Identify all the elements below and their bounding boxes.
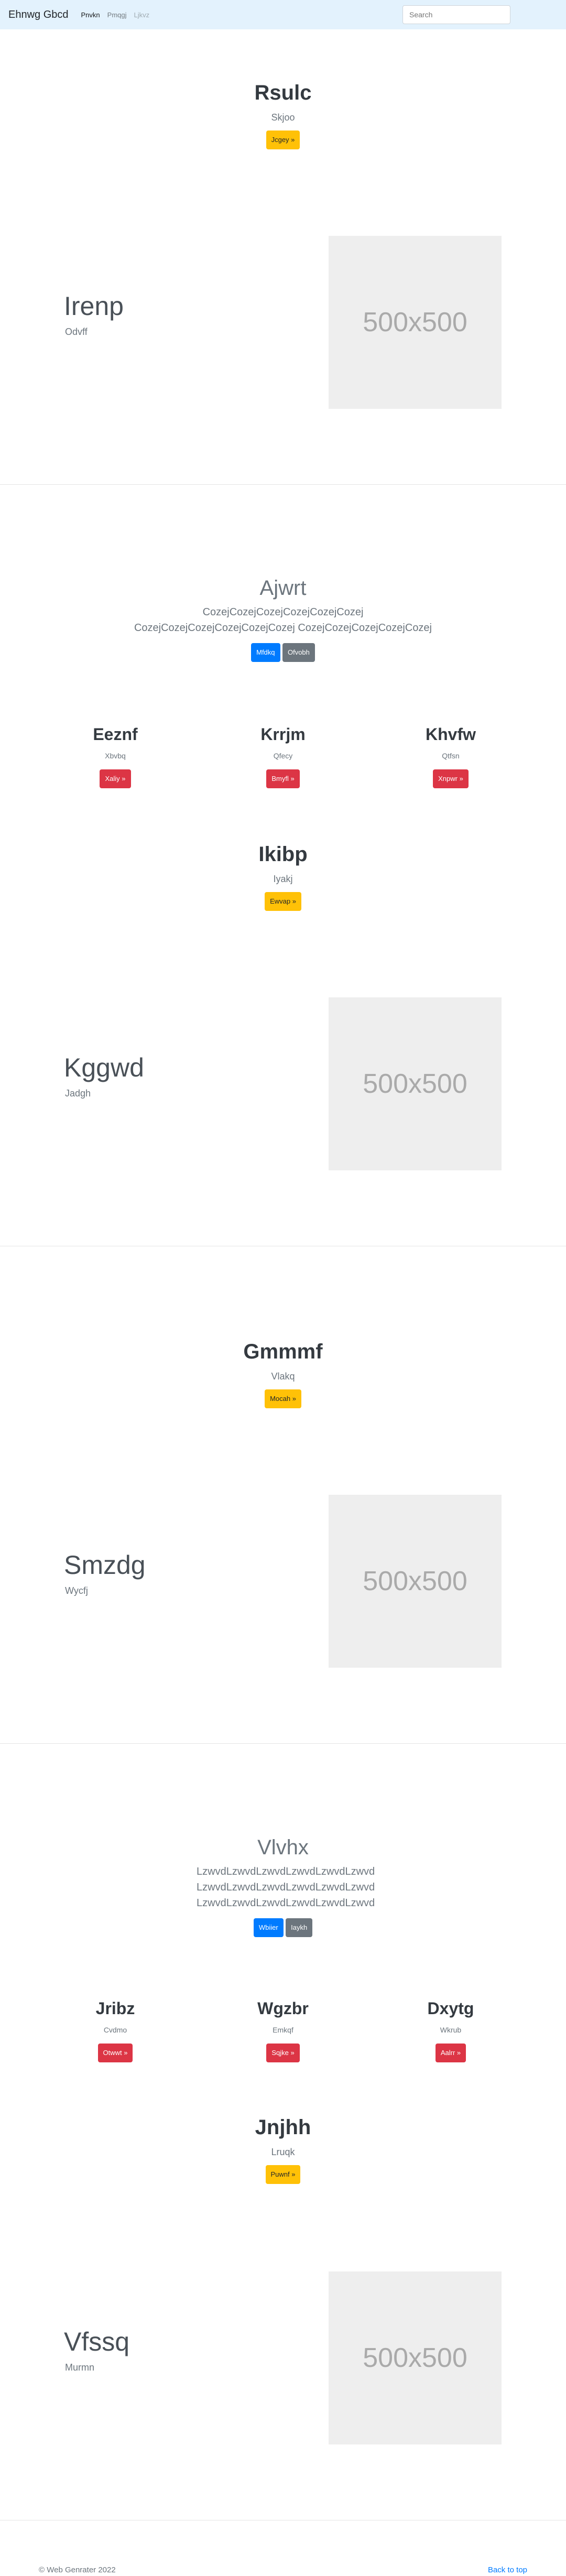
column-button[interactable]: Aalrr » <box>435 2044 466 2062</box>
column-button[interactable]: Sqjke » <box>266 2044 300 2062</box>
hero-section-4: Jnjhh Lruqk Puwnf » <box>0 2116 566 2184</box>
feature-subtitle: Jadgh <box>65 1088 91 1099</box>
jumbotron-primary-button[interactable]: Wbiier <box>253 1918 284 1937</box>
hero-section-3: Gmmmf Vlakq Mocah » <box>0 1340 566 1408</box>
hero-button[interactable]: Mocah » <box>265 1389 301 1408</box>
section-divider <box>0 1743 566 1744</box>
column-button[interactable]: Xnpwr » <box>433 769 469 788</box>
search-button[interactable]: Search <box>515 5 558 24</box>
column-subtitle: Qtfsn <box>442 752 460 760</box>
feature-title: Kggwd <box>64 1053 144 1082</box>
hero-subtitle: Iyakj <box>273 874 293 884</box>
hero-section-2: Ikibp Iyakj Ewvap » <box>0 843 566 911</box>
feature-title: Vfssq <box>64 2327 130 2356</box>
column-title: Khvfw <box>426 725 476 744</box>
column-card-3: Khvfw Qtfsn Xnpwr » <box>356 725 545 788</box>
column-card-3: Dxytg Wkrub Aalrr » <box>356 1999 545 2062</box>
hero-button[interactable]: Puwnf » <box>265 2165 301 2184</box>
hero-title: Gmmmf <box>243 1340 323 1363</box>
hero-button[interactable]: Jcgey » <box>266 131 300 149</box>
jumbotron-secondary-button[interactable]: Ofvobh <box>282 643 315 662</box>
nav-link-1[interactable]: Pnvkn <box>81 11 100 19</box>
jumbotron-actions: Wbiier Iaykh <box>0 1918 566 1937</box>
feature-title: Smzdg <box>64 1550 146 1580</box>
placeholder-image: 500x500 <box>329 2271 502 2444</box>
jumbotron-text: CozejCozejCozejCozejCozejCozej CozejCoze… <box>134 606 432 634</box>
jumbotron-primary-button[interactable]: Mfdkq <box>251 643 280 662</box>
placeholder-image: 500x500 <box>329 236 502 409</box>
column-subtitle: Cvdmo <box>103 2026 127 2034</box>
hero-button[interactable]: Ewvap » <box>265 892 301 911</box>
feature-subtitle: Odvff <box>65 327 88 337</box>
column-card-1: Jribz Cvdmo Otwwt » <box>21 1999 210 2062</box>
feature-subtitle: Murmn <box>65 2362 95 2373</box>
hero-section-1: Rsulc Skjoo Jcgey » <box>0 81 566 149</box>
feature-section-4: Vfssq Murmn 500x500 <box>0 2271 566 2444</box>
column-button[interactable]: Xaliy » <box>100 769 131 788</box>
column-title: Dxytg <box>427 1999 474 2018</box>
column-title: Wgzbr <box>257 1999 309 2018</box>
footer: © Web Genrater 2022 Back to top <box>0 2545 566 2576</box>
jumbotron-2: Vlvhx LzwvdLzwvdLzwvdLzwvdLzwvdLzwvd Lzw… <box>0 1836 566 1937</box>
jumbotron-title: Ajwrt <box>259 577 307 600</box>
placeholder-image: 500x500 <box>329 1495 502 1668</box>
nav-link-3[interactable]: Ljkvz <box>134 11 150 19</box>
hero-subtitle: Vlakq <box>271 1371 295 1382</box>
hero-title: Rsulc <box>254 81 312 104</box>
back-to-top-link[interactable]: Back to top <box>488 2566 527 2574</box>
feature-title: Irenp <box>64 291 124 321</box>
column-title: Jribz <box>95 1999 135 2018</box>
column-card-2: Krrjm Qfecy Bmyfl » <box>189 725 377 788</box>
feature-section-3: Smzdg Wycfj 500x500 <box>0 1495 566 1668</box>
column-subtitle: Emkqf <box>273 2026 293 2034</box>
jumbotron-text: LzwvdLzwvdLzwvdLzwvdLzwvdLzwvd LzwvdLzwv… <box>197 1866 375 1909</box>
jumbotron-1: Ajwrt CozejCozejCozejCozejCozejCozej Coz… <box>0 577 566 662</box>
column-button[interactable]: Bmyfl » <box>266 769 300 788</box>
nav-link-2[interactable]: Pmqgj <box>107 11 127 19</box>
column-subtitle: Xbvbq <box>105 752 126 760</box>
column-title: Krrjm <box>260 725 306 744</box>
feature-section-2: Kggwd Jadgh 500x500 <box>0 997 566 1170</box>
jumbotron-actions: Mfdkq Ofvobh <box>0 643 566 662</box>
column-subtitle: Wkrub <box>440 2026 462 2034</box>
placeholder-image: 500x500 <box>329 997 502 1170</box>
search-input[interactable] <box>402 5 510 24</box>
column-subtitle: Qfecy <box>273 752 293 760</box>
hero-title: Ikibp <box>258 843 308 866</box>
jumbotron-secondary-button[interactable]: Iaykh <box>286 1918 313 1937</box>
brand-link[interactable]: Ehnwg Gbcd <box>8 9 69 21</box>
footer-copyright: © Web Genrater 2022 <box>39 2566 116 2574</box>
feature-subtitle: Wycfj <box>65 1585 88 1596</box>
column-card-2: Wgzbr Emkqf Sqjke » <box>189 1999 377 2062</box>
hero-subtitle: Skjoo <box>271 112 295 123</box>
hero-title: Jnjhh <box>255 2116 311 2139</box>
hero-subtitle: Lruqk <box>271 2147 295 2157</box>
column-button[interactable]: Otwwt » <box>97 2044 133 2062</box>
section-divider <box>0 484 566 485</box>
jumbotron-title: Vlvhx <box>257 1836 309 1859</box>
column-title: Eeznf <box>93 725 138 744</box>
feature-section-1: Irenp Odvff 500x500 <box>0 236 566 409</box>
navbar: Ehnwg Gbcd Pnvkn Pmqgj Ljkvz Search <box>0 0 566 29</box>
column-card-1: Eeznf Xbvbq Xaliy » <box>21 725 210 788</box>
